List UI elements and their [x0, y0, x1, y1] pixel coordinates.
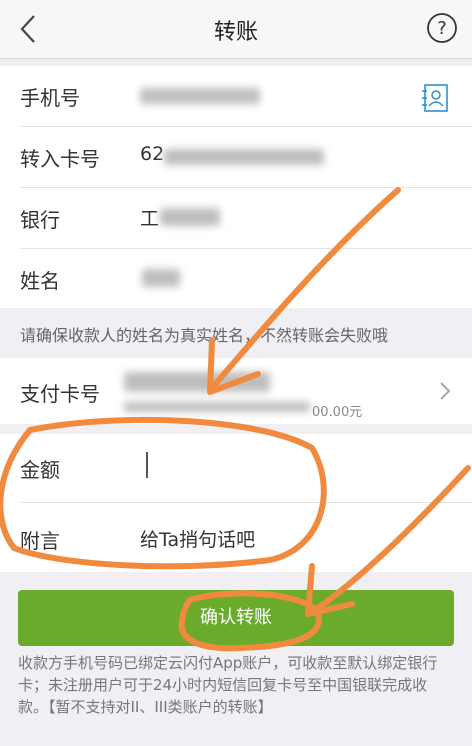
balance-text: 00.00元 [312, 405, 363, 420]
balance-mask [124, 402, 310, 412]
bank-mask [160, 208, 220, 226]
bank-value: 工 [140, 208, 160, 230]
payment-label: 支付卡号 [20, 382, 100, 406]
amount-label: 金额 [20, 458, 60, 482]
amount-row[interactable]: 金额 [0, 434, 472, 502]
memo-input[interactable]: 给Ta捎句话吧 [140, 525, 255, 552]
phone-label: 手机号 [20, 86, 80, 110]
name-notice: 请确保收款人的姓名为真实姓名，不然转账会失败哦 [20, 326, 389, 345]
payment-card-row[interactable]: 支付卡号 [0, 358, 472, 424]
memo-label: 附言 [20, 529, 60, 553]
card-label: 转入卡号 [20, 147, 100, 171]
name-mask [142, 269, 180, 287]
name-label: 姓名 [20, 269, 60, 293]
payment-mask [124, 372, 270, 392]
top-bar: 转账 ? [0, 0, 472, 59]
confirm-transfer-button[interactable]: 确认转账 [18, 590, 454, 646]
card-value[interactable]: 62 [140, 143, 164, 165]
text-cursor [146, 452, 148, 478]
footer-note: 收款方手机号码已绑定云闪付App账户，可收款至默认绑定银行卡；未注册用户可于24… [18, 654, 438, 716]
bank-label: 银行 [20, 208, 60, 232]
phone-row[interactable]: 手机号 [0, 66, 472, 126]
chevron-right-icon[interactable] [438, 380, 452, 402]
phone-mask [140, 88, 260, 104]
amount-memo-group: 金额 附言 给Ta捎句话吧 [0, 434, 472, 572]
contact-book-icon[interactable] [420, 82, 450, 114]
card-row[interactable]: 转入卡号 62 [0, 127, 472, 187]
page-title: 转账 [213, 20, 258, 45]
card-mask [164, 149, 324, 165]
recipient-group: 手机号 转入卡号 62 银行 工 姓名 [0, 66, 472, 308]
question-circle-icon[interactable]: ? [426, 12, 458, 44]
bank-row[interactable]: 银行 工 [0, 188, 472, 248]
name-row[interactable]: 姓名 [0, 249, 472, 309]
svg-text:?: ? [437, 18, 447, 39]
memo-row[interactable]: 附言 给Ta捎句话吧 [0, 503, 472, 571]
